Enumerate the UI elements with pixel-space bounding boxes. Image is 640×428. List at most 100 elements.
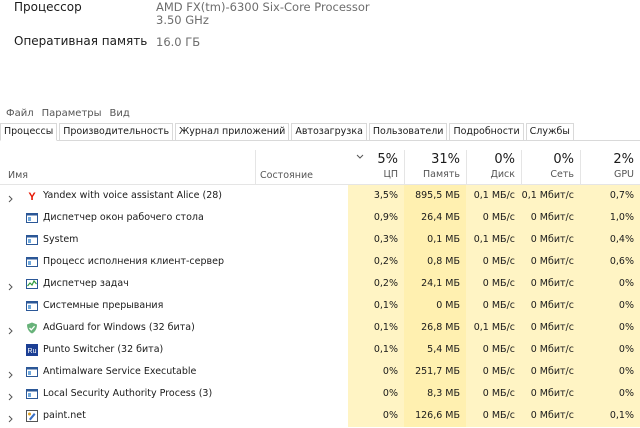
process-row[interactable]: System 0,3% 0,1 МБ 0,1 МБ/с 0 Мбит/с 0,4% [0,229,640,251]
process-gpu: 0,1% [580,405,640,427]
process-disk: 0 МБ/с [466,295,521,317]
expand-chevron-icon[interactable] [8,280,14,291]
adguard-icon [26,322,38,334]
tab-bar: Процессы Производительность Журнал прило… [0,123,640,141]
column-network[interactable]: 0% Сеть [521,150,580,184]
tab-services[interactable]: Службы [525,123,574,140]
process-cpu: 0,1% [348,339,404,361]
process-cpu: 0,3% [348,229,404,251]
process-network: 0 Мбит/с [521,229,580,251]
process-memory: 26,4 МБ [404,207,466,229]
process-name: Local Security Authority Process (3) [43,388,213,399]
process-cpu: 0% [348,361,404,383]
gpu-label: GPU [613,169,634,180]
process-name: System [43,234,79,245]
process-memory: 0,8 МБ [404,251,466,273]
paintnet-icon [26,410,38,422]
menu-file[interactable]: Файл [0,106,38,122]
process-network: 0 Мбит/с [521,207,580,229]
process-row[interactable]: Системные прерывания 0,1% 0 МБ 0 МБ/с 0 Мбит… [0,295,640,317]
process-row[interactable]: Диспетчер окон рабочего стола 0,9% 26,4 МБ… [0,207,640,229]
system-info-panel: Процессор AMD FX(tm)-6300 Six-Core Proce… [0,0,640,100]
expand-chevron-icon[interactable] [8,192,14,203]
process-disk: 0 МБ/с [466,273,521,295]
processor-frequency: 3.50 GHz [156,13,209,27]
process-gpu: 0% [580,383,640,405]
process-row[interactable]: Antimalware Service Executable 0% 251,7 МБ… [0,361,640,383]
task-manager-icon [26,278,38,290]
process-name: Диспетчер задач [43,278,129,289]
process-name: Диспетчер окон рабочего стола [43,212,204,223]
punto-icon: Ru [26,344,38,356]
process-memory: 251,7 МБ [404,361,466,383]
expand-chevron-icon[interactable] [8,368,14,379]
column-header: Имя Состояние 5% ЦП 31% Память 0% Диск 0… [0,150,640,185]
process-disk: 0,1 МБ/с [466,317,521,339]
process-row[interactable]: Диспетчер задач 0,2% 24,1 МБ 0 МБ/с 0 Мбит/с… [0,273,640,295]
tab-details[interactable]: Подробности [449,123,524,140]
ram-value: 16.0 ГБ [156,35,201,49]
process-memory: 0 МБ [404,295,466,317]
process-disk: 0 МБ/с [466,207,521,229]
process-memory: 0,1 МБ [404,229,466,251]
process-network: 0 Мбит/с [521,295,580,317]
column-name[interactable]: Имя [8,170,28,181]
process-memory: 895,5 МБ [404,185,466,207]
process-name: paint.net [43,410,86,421]
column-status-cell[interactable]: Состояние [255,150,348,184]
memory-total: 31% [431,152,460,167]
process-disk: 0 МБ/с [466,383,521,405]
expand-chevron-icon[interactable] [8,390,14,401]
process-name: Yandex with voice assistant Alice (28) [43,190,223,201]
tab-startup[interactable]: Автозагрузка [291,123,367,140]
process-row[interactable]: paint.net 0% 126,6 МБ 0 МБ/с 0 Мбит/с 0,1% [0,405,640,427]
process-gpu: 0% [580,295,640,317]
process-row[interactable]: AdGuard for Windows (32 бита) 0,1% 26,8 МБ… [0,317,640,339]
process-gpu: 0,7% [580,185,640,207]
tab-app-history[interactable]: Журнал приложений [175,123,290,140]
process-disk: 0 МБ/с [466,361,521,383]
expand-chevron-icon[interactable] [8,412,14,423]
svg-text:Y: Y [28,191,36,202]
cpu-total: 5% [377,152,398,167]
window-icon [26,256,38,268]
process-memory: 8,3 МБ [404,383,466,405]
tab-processes[interactable]: Процессы [0,123,58,141]
menu-view[interactable]: Вид [106,106,134,122]
process-gpu: 0% [580,339,640,361]
process-row[interactable]: Процесс исполнения клиент-сервер 0,2% 0,8 … [0,251,640,273]
window-icon [26,234,38,246]
tab-performance[interactable]: Производительность [59,123,174,140]
column-cpu[interactable]: 5% ЦП [348,150,404,184]
processor-label: Процессор [14,0,82,14]
process-name: Antimalware Service Executable [43,366,197,377]
process-network: 0,1 Мбит/с [521,185,580,207]
process-network: 0 Мбит/с [521,405,580,427]
process-row[interactable]: Local Security Authority Process (3) 0% 8,… [0,383,640,405]
process-cpu: 0% [348,405,404,427]
tab-users[interactable]: Пользователи [368,123,448,140]
process-row[interactable]: Y Yandex with voice assistant Alice (28) 3… [0,185,640,207]
process-cpu: 0,1% [348,295,404,317]
network-total: 0% [553,152,574,167]
process-cpu: 0,1% [348,317,404,339]
expand-chevron-icon[interactable] [8,324,14,335]
yandex-icon: Y [26,190,38,203]
column-memory[interactable]: 31% Память [404,150,466,184]
process-memory: 5,4 МБ [404,339,466,361]
process-network: 0 Мбит/с [521,273,580,295]
window-icon [26,300,38,312]
column-disk[interactable]: 0% Диск [466,150,521,184]
process-name: Системные прерывания [43,300,164,311]
menu-options[interactable]: Параметры [38,106,106,122]
process-disk: 0 МБ/с [466,339,521,361]
process-gpu: 0,4% [580,229,640,251]
process-cpu: 0,9% [348,207,404,229]
column-gpu[interactable]: 2% GPU [580,150,640,184]
menu-bar: Файл Параметры Вид [0,106,134,122]
disk-label: Диск [490,169,515,180]
process-memory: 26,8 МБ [404,317,466,339]
process-gpu: 1,0% [580,207,640,229]
process-row[interactable]: Ru Punto Switcher (32 бита) 0,1% 5,4 МБ 0 МБ… [0,339,640,361]
process-gpu: 0% [580,273,640,295]
